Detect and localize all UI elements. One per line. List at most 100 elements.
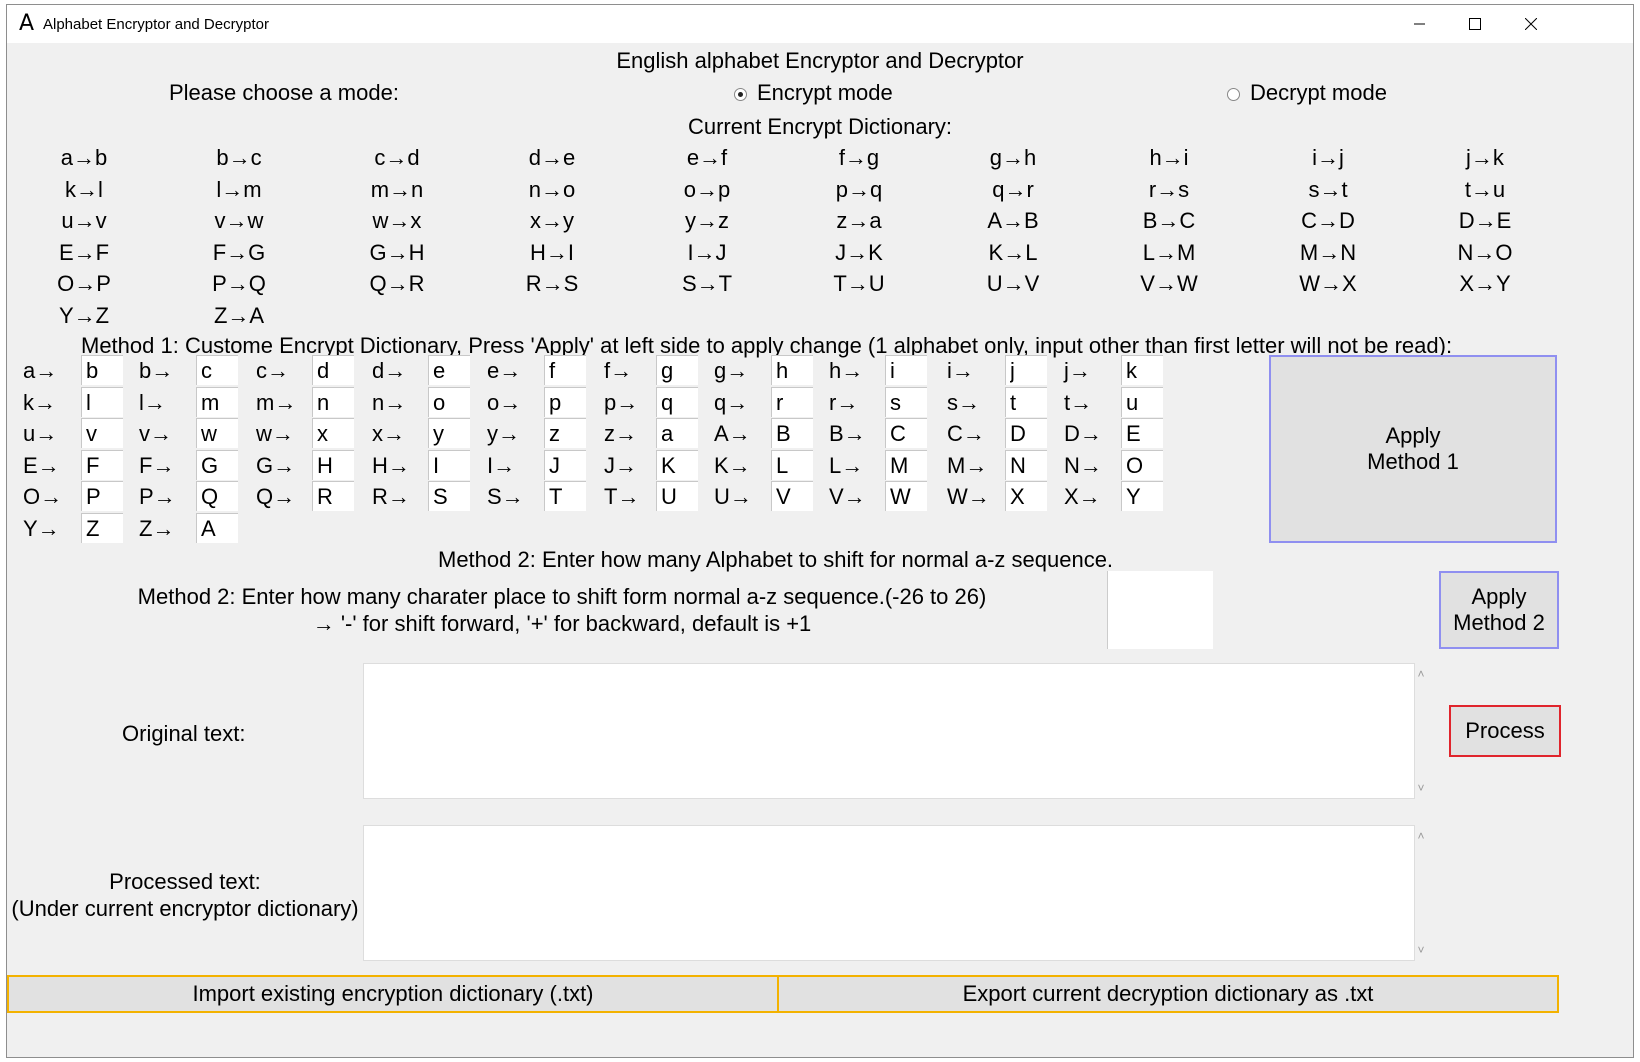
method1-mapping-input[interactable] — [656, 481, 698, 511]
method1-mapping-label: U→ — [714, 484, 752, 509]
method1-mapping-input[interactable] — [312, 481, 354, 511]
close-icon — [1525, 18, 1537, 30]
method1-mapping-input[interactable] — [312, 387, 354, 417]
dictionary-entry: c→d — [374, 145, 420, 170]
method1-mapping-input[interactable] — [196, 513, 238, 543]
method1-mapping-label: G→ — [256, 453, 296, 478]
method1-mapping-input[interactable] — [196, 481, 238, 511]
dictionary-entry: k→l — [65, 177, 103, 202]
method1-mapping-input[interactable] — [196, 355, 238, 385]
import-dictionary-button[interactable]: Import existing encryption dictionary (.… — [7, 975, 779, 1013]
method1-mapping-input[interactable] — [1005, 481, 1047, 511]
method1-mapping-input[interactable] — [1005, 387, 1047, 417]
method1-mapping-input[interactable] — [1121, 481, 1163, 511]
method1-mapping-input[interactable] — [1121, 450, 1163, 480]
method1-mapping-input[interactable] — [885, 418, 927, 448]
method1-mapping-label: B→ — [829, 421, 866, 446]
method1-mapping-input[interactable] — [771, 355, 813, 385]
processed-scroll-down-icon[interactable]: ˅ — [1413, 943, 1429, 957]
apply-method2-button[interactable]: Apply Method 2 — [1439, 571, 1559, 649]
method1-mapping-input[interactable] — [544, 355, 586, 385]
method1-mapping-input[interactable] — [1121, 387, 1163, 417]
method1-mapping-label: J→ — [604, 453, 637, 478]
method1-mapping-input[interactable] — [81, 387, 123, 417]
dictionary-entry: H→I — [530, 240, 574, 265]
method1-mapping-input[interactable] — [771, 450, 813, 480]
method1-mapping-input[interactable] — [656, 387, 698, 417]
method1-mapping-input[interactable] — [428, 355, 470, 385]
method1-mapping-input[interactable] — [656, 418, 698, 448]
processed-text-area[interactable] — [363, 825, 1415, 961]
method1-mapping-label: X→ — [1064, 484, 1101, 509]
dictionary-entry: x→y — [530, 208, 574, 233]
title-bar[interactable]: A Alphabet Encryptor and Decryptor — [7, 5, 1633, 43]
method1-mapping-input[interactable] — [81, 513, 123, 543]
window-title: Alphabet Encryptor and Decryptor — [43, 16, 269, 33]
close-button[interactable] — [1508, 5, 1554, 43]
method1-mapping-input[interactable] — [544, 418, 586, 448]
method1-mapping-input[interactable] — [81, 355, 123, 385]
export-dictionary-button[interactable]: Export current decryption dictionary as … — [777, 975, 1559, 1013]
encrypt-mode-radio[interactable]: Encrypt mode — [734, 80, 893, 106]
method1-mapping-input[interactable] — [771, 481, 813, 511]
method1-mapping-label: x→ — [372, 421, 405, 446]
method1-mapping-label: s→ — [947, 390, 980, 415]
original-scroll-down-icon[interactable]: ˅ — [1413, 781, 1429, 795]
dictionary-entry: B→C — [1142, 208, 1196, 233]
processed-scroll-up-icon[interactable]: ˄ — [1413, 829, 1429, 843]
method1-mapping-label: R→ — [372, 484, 410, 509]
method1-mapping-input[interactable] — [428, 481, 470, 511]
dictionary-entry: P→Q — [212, 271, 266, 296]
method1-mapping-input[interactable] — [656, 450, 698, 480]
decrypt-mode-radio[interactable]: Decrypt mode — [1227, 80, 1387, 106]
method1-mapping-input[interactable] — [885, 481, 927, 511]
apply-method1-button[interactable]: Apply Method 1 — [1269, 355, 1557, 543]
method1-mapping-input[interactable] — [81, 481, 123, 511]
method1-mapping-input[interactable] — [81, 450, 123, 480]
method1-mapping-input[interactable] — [196, 418, 238, 448]
method1-mapping-input[interactable] — [544, 450, 586, 480]
method1-mapping-input[interactable] — [1121, 418, 1163, 448]
method1-mapping-label: q→ — [714, 390, 749, 415]
method1-mapping-input[interactable] — [544, 481, 586, 511]
method1-mapping-input[interactable] — [196, 387, 238, 417]
method1-mapping-label: T→ — [604, 484, 640, 509]
maximize-button[interactable] — [1452, 5, 1498, 43]
minimize-button[interactable] — [1397, 5, 1443, 43]
dictionary-entry: o→p — [683, 177, 731, 202]
apply-method1-line1: Apply — [1385, 422, 1441, 448]
original-text-area[interactable] — [363, 663, 1415, 799]
method1-mapping-input[interactable] — [312, 418, 354, 448]
method1-mapping-input[interactable] — [428, 387, 470, 417]
method1-mapping-label: v→ — [139, 421, 172, 446]
method1-mapping-input[interactable] — [81, 418, 123, 448]
method1-mapping-input[interactable] — [1005, 355, 1047, 385]
main-content: English alphabet Encryptor and Decryptor… — [7, 43, 1633, 1057]
method1-mapping-input[interactable] — [1121, 355, 1163, 385]
method1-mapping-input[interactable] — [428, 450, 470, 480]
shift-input[interactable] — [1107, 571, 1213, 649]
method1-mapping-input[interactable] — [656, 355, 698, 385]
method1-mapping-label: O→ — [23, 484, 63, 509]
method1-mapping-label: h→ — [829, 358, 864, 383]
method1-mapping-label: f→ — [604, 358, 633, 383]
method1-mapping-input[interactable] — [885, 355, 927, 385]
method1-mapping-input[interactable] — [544, 387, 586, 417]
method1-mapping-input[interactable] — [196, 450, 238, 480]
method1-mapping-input[interactable] — [885, 387, 927, 417]
dictionary-entry: r→s — [1148, 177, 1190, 202]
method1-mapping-label: j→ — [1064, 358, 1091, 383]
method1-title: Method 1: Custome Encrypt Dictionary, Pr… — [81, 333, 1453, 358]
method1-mapping-input[interactable] — [428, 418, 470, 448]
method1-mapping-input[interactable] — [771, 418, 813, 448]
method1-mapping-input[interactable] — [771, 387, 813, 417]
method1-mapping-input[interactable] — [885, 450, 927, 480]
method1-mapping-input[interactable] — [312, 355, 354, 385]
method1-mapping-label: l→ — [139, 390, 166, 415]
method1-mapping-input[interactable] — [312, 450, 354, 480]
method1-mapping-input[interactable] — [1005, 418, 1047, 448]
dictionary-entry: h→i — [1149, 145, 1189, 170]
process-button[interactable]: Process — [1449, 705, 1561, 757]
original-scroll-up-icon[interactable]: ˄ — [1413, 667, 1429, 681]
method1-mapping-input[interactable] — [1005, 450, 1047, 480]
